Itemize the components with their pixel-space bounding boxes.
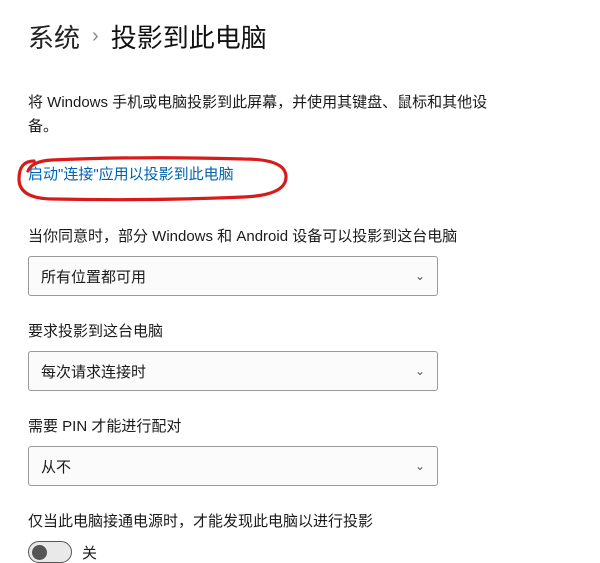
chevron-right-icon: › bbox=[92, 25, 99, 48]
select-who-can-project[interactable]: 所有位置都可用 ⌄ bbox=[28, 256, 438, 296]
select-require-pin[interactable]: 从不 ⌄ bbox=[28, 446, 438, 486]
label-who-can-project: 当你同意时，部分 Windows 和 Android 设备可以投影到这台电脑 bbox=[28, 225, 572, 246]
breadcrumb: 系统 › 投影到此电脑 bbox=[28, 18, 572, 55]
page-description: 将 Windows 手机或电脑投影到此屏幕，并使用其键盘、鼠标和其他设备。 bbox=[28, 91, 508, 139]
field-who-can-project: 当你同意时，部分 Windows 和 Android 设备可以投影到这台电脑 所… bbox=[28, 225, 572, 296]
label-ask-to-project: 要求投影到这台电脑 bbox=[28, 320, 572, 341]
select-value: 从不 bbox=[41, 456, 71, 477]
field-power-only: 仅当此电脑接通电源时，才能发现此电脑以进行投影 关 bbox=[28, 510, 572, 563]
field-ask-to-project: 要求投影到这台电脑 每次请求连接时 ⌄ bbox=[28, 320, 572, 391]
chevron-down-icon: ⌄ bbox=[415, 459, 425, 473]
chevron-down-icon: ⌄ bbox=[415, 269, 425, 283]
chevron-down-icon: ⌄ bbox=[415, 364, 425, 378]
select-value: 所有位置都可用 bbox=[41, 266, 146, 287]
breadcrumb-current: 投影到此电脑 bbox=[111, 18, 267, 55]
breadcrumb-parent[interactable]: 系统 bbox=[28, 18, 80, 55]
select-value: 每次请求连接时 bbox=[41, 361, 146, 382]
toggle-power-only[interactable] bbox=[28, 541, 72, 563]
label-power-only: 仅当此电脑接通电源时，才能发现此电脑以进行投影 bbox=[28, 510, 572, 531]
launch-connect-app-link[interactable]: 启动"连接"应用以投影到此电脑 bbox=[28, 166, 234, 183]
toggle-knob bbox=[32, 545, 47, 560]
toggle-state-label: 关 bbox=[82, 542, 97, 563]
label-require-pin: 需要 PIN 才能进行配对 bbox=[28, 415, 572, 436]
field-require-pin: 需要 PIN 才能进行配对 从不 ⌄ bbox=[28, 415, 572, 486]
select-ask-to-project[interactable]: 每次请求连接时 ⌄ bbox=[28, 351, 438, 391]
